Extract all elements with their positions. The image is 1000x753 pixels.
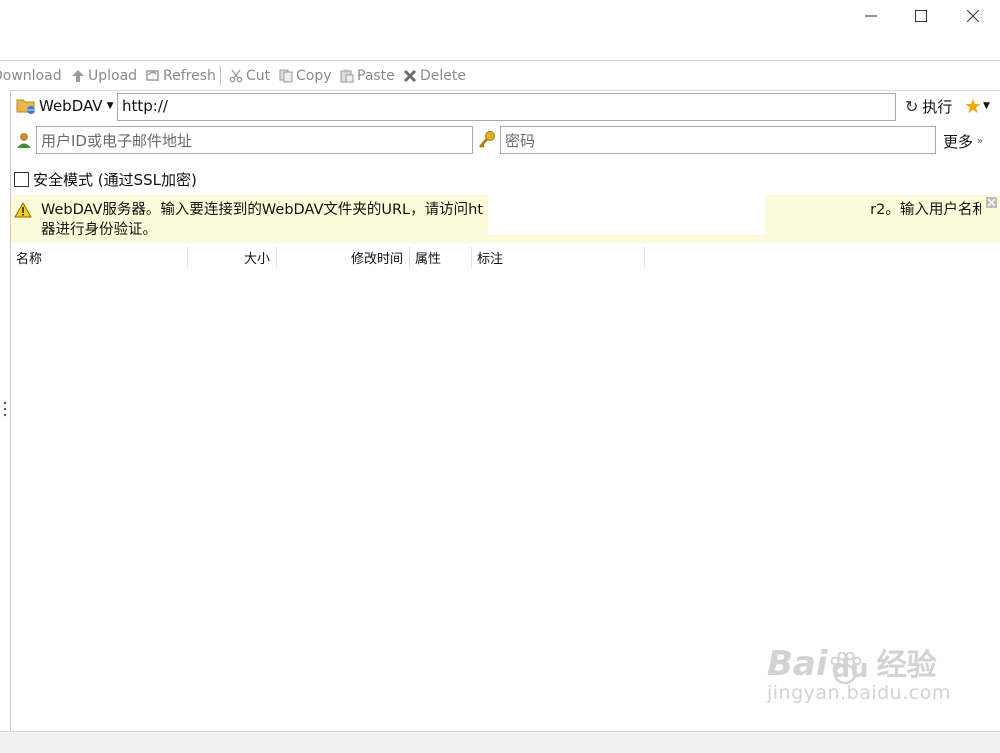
maximize-button[interactable] [898, 0, 944, 32]
key-icon-wrap [477, 130, 497, 154]
folder-network-icon [16, 99, 35, 114]
column-divider[interactable] [409, 247, 410, 268]
minimize-button[interactable] [848, 0, 894, 32]
url-input[interactable]: http:// [117, 93, 896, 121]
watermark-url: jingyan.baidu.com [767, 682, 951, 704]
upload-label: Upload [88, 68, 138, 84]
favorites-button[interactable]: ★ ▼ [964, 94, 990, 118]
status-bar [0, 731, 1000, 753]
delete-label: Delete [420, 68, 466, 84]
maximize-icon [915, 10, 927, 22]
warning-icon [14, 202, 32, 218]
column-header-name-label: 名称 [16, 251, 43, 267]
column-divider[interactable] [644, 247, 645, 268]
column-divider[interactable] [471, 247, 472, 268]
column-header-attributes[interactable]: 属性 [415, 245, 441, 269]
column-header-label-label: 标注 [477, 251, 504, 267]
close-button[interactable] [950, 0, 996, 32]
password-placeholder: 密码 [505, 132, 536, 150]
paste-icon [340, 69, 354, 83]
password-field[interactable]: 密码 [500, 126, 936, 154]
column-header-name[interactable]: 名称 [16, 245, 42, 269]
more-label: 更多 [943, 133, 974, 151]
checkbox-box[interactable] [14, 172, 29, 187]
notice-close-button[interactable] [986, 197, 997, 208]
column-header-label[interactable]: 标注 [477, 245, 503, 269]
user-icon-wrap [15, 131, 33, 153]
redacted-area [488, 183, 765, 235]
paste-button[interactable]: Paste [340, 66, 395, 86]
column-header-modified-label: 修改时间 [351, 251, 404, 267]
minimize-icon [865, 15, 877, 17]
execute-button[interactable]: ↻ 执行 [905, 96, 952, 117]
secure-mode-label: 安全模式 (通过SSL加密) [33, 171, 197, 189]
paste-label: Paste [357, 68, 395, 84]
refresh-label: Refresh [163, 68, 216, 84]
column-divider[interactable] [276, 247, 277, 268]
cut-button[interactable]: Cut [229, 66, 270, 86]
splitter-handle[interactable] [3, 400, 7, 418]
user-icon [17, 133, 31, 148]
scissors-icon [229, 69, 243, 83]
protocol-dropdown[interactable]: WebDAV ▼ [16, 95, 113, 117]
column-header-size-label: 大小 [244, 251, 271, 267]
secure-mode-checkbox[interactable]: 安全模式 (通过SSL加密) [14, 169, 197, 190]
upload-button[interactable]: Upload [71, 66, 137, 86]
more-button[interactable]: 更多 » [943, 131, 983, 152]
close-icon [967, 10, 979, 22]
watermark-brand: Bai [767, 644, 828, 684]
chevron-down-icon: ▼ [982, 101, 990, 111]
username-field[interactable]: 用户ID或电子邮件地址 [36, 126, 473, 154]
copy-label: Copy [296, 68, 332, 84]
delete-button[interactable]: Delete [403, 66, 466, 86]
close-icon [988, 199, 995, 206]
refresh-icon [146, 70, 159, 81]
column-header-modified[interactable]: 修改时间 [351, 245, 403, 269]
watermark-brand-suffix: du [831, 654, 869, 684]
watermark-cn: 经验 [876, 648, 937, 683]
column-divider[interactable] [187, 247, 188, 268]
download-button[interactable]: Download [0, 66, 62, 86]
cut-label: Cut [246, 68, 271, 84]
baidu-watermark: Bai du 经验 jingyan.baidu.com [767, 640, 951, 704]
download-label: Download [0, 68, 62, 84]
refresh-button[interactable]: Refresh [146, 66, 216, 86]
upload-icon [72, 70, 84, 82]
column-header-size[interactable]: 大小 [244, 245, 270, 269]
refresh-arrow-icon: ↻ [905, 97, 919, 116]
copy-button[interactable]: Copy [279, 66, 332, 86]
chevron-down-icon: ▼ [106, 101, 114, 111]
key-icon [479, 131, 495, 148]
toolbar: Download Upload Refresh Cut Copy Paste D… [0, 60, 1000, 90]
delete-icon [403, 69, 417, 83]
double-chevron-down-icon: » [977, 136, 984, 147]
grip-icon [3, 401, 7, 417]
star-icon: ★ [964, 94, 982, 118]
copy-icon [279, 69, 293, 83]
toolbar-separator [220, 66, 221, 85]
execute-label: 执行 [922, 98, 953, 116]
protocol-label: WebDAV [39, 97, 103, 115]
url-value: http:// [122, 97, 168, 115]
username-placeholder: 用户ID或电子邮件地址 [41, 132, 192, 150]
column-header-attributes-label: 属性 [415, 251, 442, 267]
